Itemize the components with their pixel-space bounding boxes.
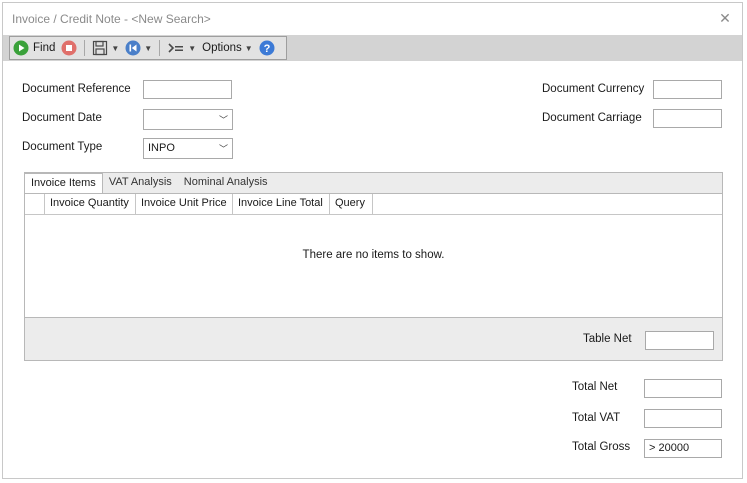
- document-carriage-label: Document Carriage: [542, 112, 642, 124]
- help-button[interactable]: ?: [256, 37, 278, 59]
- save-icon: [93, 40, 108, 56]
- column-header-invoice-line-total[interactable]: Invoice Line Total: [233, 194, 330, 215]
- document-type-combo[interactable]: INPO ﹀: [143, 138, 233, 159]
- toolbar-separator: [84, 40, 86, 56]
- toolbar-separator: [159, 40, 161, 56]
- options-dropdown-button[interactable]: Options ▼: [199, 37, 256, 59]
- row-indicator-header: [25, 194, 45, 215]
- chevron-down-icon: ▼: [188, 43, 197, 53]
- column-header-query[interactable]: Query: [330, 194, 373, 215]
- save-dropdown-button[interactable]: ▼: [89, 37, 122, 59]
- total-net-input[interactable]: [644, 379, 722, 398]
- play-icon: [13, 40, 29, 56]
- empty-grid-message: There are no items to show.: [302, 249, 445, 261]
- title-bar: Invoice / Credit Note - <New Search> ✕: [3, 3, 742, 35]
- commands-dropdown-button[interactable]: ▼: [164, 37, 199, 59]
- document-date-combo[interactable]: ﹀: [143, 109, 233, 130]
- document-currency-input[interactable]: [653, 80, 722, 99]
- total-net-label: Total Net: [572, 381, 618, 393]
- document-type-label: Document Type: [22, 141, 103, 153]
- column-header-invoice-unit-price[interactable]: Invoice Unit Price: [136, 194, 233, 215]
- svg-text:?: ?: [263, 43, 270, 55]
- chevron-down-icon: ▼: [244, 43, 253, 53]
- invoice-items-grid: Invoice Quantity Invoice Unit Price Invo…: [25, 193, 722, 318]
- toolbar-strip: Find ▼ ▼ ▼ Options ▼ ?: [3, 35, 742, 61]
- chevron-down-icon: ▼: [144, 43, 153, 53]
- items-tab-panel: Invoice Items VAT Analysis Nominal Analy…: [24, 172, 723, 361]
- tab-strip: Invoice Items VAT Analysis Nominal Analy…: [24, 173, 722, 193]
- help-icon: ?: [259, 40, 275, 56]
- total-gross-label: Total Gross: [572, 441, 631, 453]
- navigate-first-icon: [125, 40, 141, 56]
- options-label: Options: [202, 42, 242, 54]
- document-currency-label: Document Currency: [542, 83, 645, 95]
- chevron-down-icon: ▼: [111, 43, 120, 53]
- tab-vat-analysis[interactable]: VAT Analysis: [103, 173, 178, 193]
- document-date-label: Document Date: [22, 112, 102, 124]
- document-carriage-input[interactable]: [653, 109, 722, 128]
- total-gross-input[interactable]: > 20000: [644, 439, 722, 458]
- column-header-invoice-quantity[interactable]: Invoice Quantity: [45, 194, 136, 215]
- window-title: Invoice / Credit Note - <New Search>: [12, 12, 211, 26]
- find-button[interactable]: Find: [10, 37, 58, 59]
- stop-icon: [61, 40, 77, 56]
- chevron-down-icon: ﹀: [218, 144, 228, 154]
- table-net-input[interactable]: [645, 331, 714, 350]
- navigate-dropdown-button[interactable]: ▼: [122, 37, 155, 59]
- column-header-filler: [373, 194, 722, 215]
- document-type-value: INPO: [148, 142, 175, 154]
- chevron-down-icon: ﹀: [218, 115, 228, 125]
- document-reference-input[interactable]: [143, 80, 232, 99]
- stop-button[interactable]: [58, 37, 80, 59]
- close-icon[interactable]: ✕: [716, 9, 734, 27]
- total-vat-input[interactable]: [644, 409, 722, 428]
- invoice-window: Invoice / Credit Note - <New Search> ✕ F…: [2, 2, 743, 479]
- find-label: Find: [33, 42, 56, 54]
- total-vat-label: Total VAT: [572, 412, 621, 424]
- command-icon: [168, 43, 184, 53]
- table-net-label: Table Net: [583, 333, 632, 345]
- toolbar: Find ▼ ▼ ▼ Options ▼ ?: [9, 36, 287, 60]
- document-reference-label: Document Reference: [22, 83, 131, 95]
- tab-nominal-analysis[interactable]: Nominal Analysis: [178, 173, 274, 193]
- tab-invoice-items[interactable]: Invoice Items: [24, 173, 103, 193]
